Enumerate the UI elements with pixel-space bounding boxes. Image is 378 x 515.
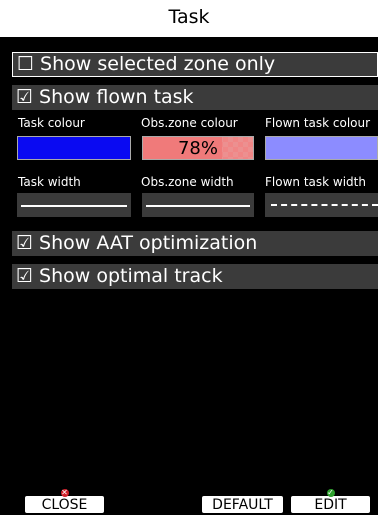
task-width-label: Task width [18,175,81,189]
task-colour-swatch[interactable] [17,136,131,160]
option-label: Show flown task [39,86,194,108]
obs-zone-colour-label: Obs.zone colour [141,116,238,130]
obs-zone-width-selector[interactable] [142,193,254,217]
obs-zone-colour-swatch[interactable]: 78% [142,136,254,160]
solid-line-preview [146,205,250,207]
flown-task-width-label: Flown task width [265,175,366,189]
close-button-label: CLOSE [41,497,88,513]
task-width-selector[interactable] [17,193,131,217]
option-label: Show selected zone only [40,53,276,75]
checkbox-unchecked-icon: ☐ [17,53,35,75]
edit-button-label: EDIT [314,497,347,513]
checkbox-checked-icon: ☑ [16,86,34,108]
default-button[interactable]: DEFAULT [202,496,283,513]
checkbox-checked-icon: ☑ [16,232,34,254]
check-icon: ✓ [326,488,335,497]
dashed-line-preview [271,204,378,206]
title-bar: Task [0,0,378,37]
window-title: Task [168,6,210,28]
flown-task-width-selector[interactable] [265,193,378,217]
edit-button[interactable]: ✓ EDIT [291,489,370,513]
task-colour-label: Task colour [18,116,85,130]
show-optimal-track-toggle[interactable]: ☑ Show optimal track [12,264,378,289]
default-button-label: DEFAULT [212,497,273,513]
checkbox-checked-icon: ☑ [16,265,34,287]
flown-task-colour-label: Flown task colour [265,116,371,130]
flown-task-colour-swatch[interactable] [265,136,378,160]
obs-zone-width-label: Obs.zone width [141,175,234,189]
show-aat-optimization-toggle[interactable]: ☑ Show AAT optimization [12,231,378,256]
solid-line-preview [21,205,127,207]
show-selected-zone-only-toggle[interactable]: ☐ Show selected zone only [12,52,378,77]
show-flown-task-toggle[interactable]: ☑ Show flown task [12,85,378,110]
obs-zone-opacity-value: 78% [177,138,218,159]
close-button[interactable]: ✕ CLOSE [25,489,104,513]
option-label: Show AAT optimization [39,232,258,254]
option-label: Show optimal track [39,265,223,287]
close-x-icon: ✕ [60,488,69,497]
